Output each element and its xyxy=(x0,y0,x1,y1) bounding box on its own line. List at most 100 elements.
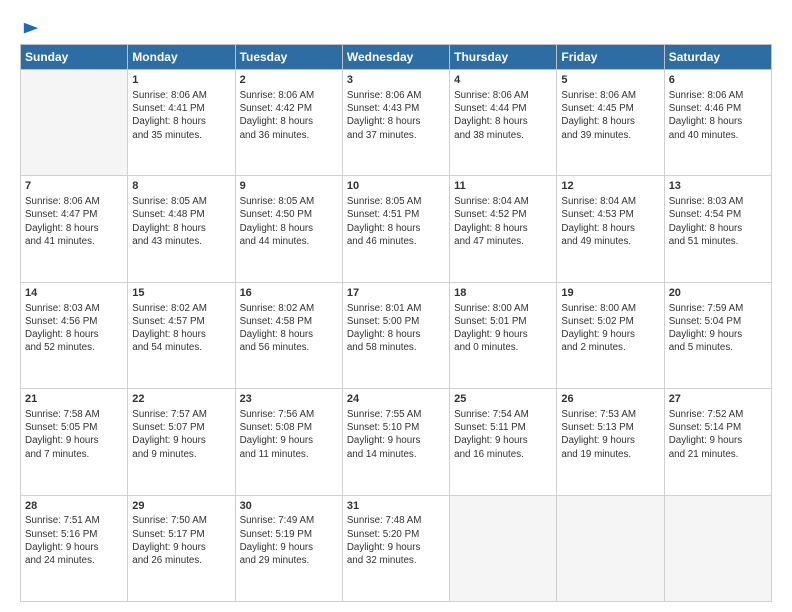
calendar-day-cell: 8Sunrise: 8:05 AM Sunset: 4:48 PM Daylig… xyxy=(128,176,235,282)
day-info: Sunrise: 8:00 AM Sunset: 5:02 PM Dayligh… xyxy=(561,302,659,355)
calendar-week-row: 28Sunrise: 7:51 AM Sunset: 5:16 PM Dayli… xyxy=(21,495,772,601)
day-number: 25 xyxy=(454,392,552,407)
day-info: Sunrise: 8:05 AM Sunset: 4:50 PM Dayligh… xyxy=(240,195,338,248)
logo-flag-icon xyxy=(22,20,40,38)
day-info: Sunrise: 7:58 AM Sunset: 5:05 PM Dayligh… xyxy=(25,408,123,461)
calendar-day-cell: 25Sunrise: 7:54 AM Sunset: 5:11 PM Dayli… xyxy=(450,389,557,495)
calendar-day-cell: 18Sunrise: 8:00 AM Sunset: 5:01 PM Dayli… xyxy=(450,282,557,388)
logo xyxy=(20,20,40,34)
day-number: 17 xyxy=(347,286,445,301)
calendar-week-row: 1Sunrise: 8:06 AM Sunset: 4:41 PM Daylig… xyxy=(21,70,772,176)
day-info: Sunrise: 7:59 AM Sunset: 5:04 PM Dayligh… xyxy=(669,302,767,355)
day-number: 18 xyxy=(454,286,552,301)
weekday-header-saturday: Saturday xyxy=(664,45,771,70)
day-info: Sunrise: 7:57 AM Sunset: 5:07 PM Dayligh… xyxy=(132,408,230,461)
calendar-day-cell: 19Sunrise: 8:00 AM Sunset: 5:02 PM Dayli… xyxy=(557,282,664,388)
day-number: 22 xyxy=(132,392,230,407)
calendar-day-cell: 3Sunrise: 8:06 AM Sunset: 4:43 PM Daylig… xyxy=(342,70,449,176)
calendar-day-cell: 26Sunrise: 7:53 AM Sunset: 5:13 PM Dayli… xyxy=(557,389,664,495)
day-info: Sunrise: 8:05 AM Sunset: 4:48 PM Dayligh… xyxy=(132,195,230,248)
day-info: Sunrise: 7:56 AM Sunset: 5:08 PM Dayligh… xyxy=(240,408,338,461)
calendar-day-cell: 13Sunrise: 8:03 AM Sunset: 4:54 PM Dayli… xyxy=(664,176,771,282)
day-number: 20 xyxy=(669,286,767,301)
day-number: 24 xyxy=(347,392,445,407)
day-number: 23 xyxy=(240,392,338,407)
weekday-header-sunday: Sunday xyxy=(21,45,128,70)
calendar-day-cell: 14Sunrise: 8:03 AM Sunset: 4:56 PM Dayli… xyxy=(21,282,128,388)
day-number: 6 xyxy=(669,73,767,88)
day-info: Sunrise: 8:04 AM Sunset: 4:52 PM Dayligh… xyxy=(454,195,552,248)
calendar-day-cell: 1Sunrise: 8:06 AM Sunset: 4:41 PM Daylig… xyxy=(128,70,235,176)
calendar-table: SundayMondayTuesdayWednesdayThursdayFrid… xyxy=(20,44,772,602)
day-number: 5 xyxy=(561,73,659,88)
day-info: Sunrise: 7:48 AM Sunset: 5:20 PM Dayligh… xyxy=(347,514,445,567)
day-info: Sunrise: 7:55 AM Sunset: 5:10 PM Dayligh… xyxy=(347,408,445,461)
page: SundayMondayTuesdayWednesdayThursdayFrid… xyxy=(0,0,792,612)
calendar-week-row: 7Sunrise: 8:06 AM Sunset: 4:47 PM Daylig… xyxy=(21,176,772,282)
day-info: Sunrise: 7:54 AM Sunset: 5:11 PM Dayligh… xyxy=(454,408,552,461)
day-number: 31 xyxy=(347,499,445,514)
weekday-header-tuesday: Tuesday xyxy=(235,45,342,70)
day-info: Sunrise: 7:53 AM Sunset: 5:13 PM Dayligh… xyxy=(561,408,659,461)
day-info: Sunrise: 8:02 AM Sunset: 4:58 PM Dayligh… xyxy=(240,302,338,355)
calendar-day-cell: 29Sunrise: 7:50 AM Sunset: 5:17 PM Dayli… xyxy=(128,495,235,601)
calendar-day-cell: 9Sunrise: 8:05 AM Sunset: 4:50 PM Daylig… xyxy=(235,176,342,282)
day-number: 3 xyxy=(347,73,445,88)
calendar-day-cell: 31Sunrise: 7:48 AM Sunset: 5:20 PM Dayli… xyxy=(342,495,449,601)
day-info: Sunrise: 8:06 AM Sunset: 4:41 PM Dayligh… xyxy=(132,89,230,142)
calendar-day-cell: 27Sunrise: 7:52 AM Sunset: 5:14 PM Dayli… xyxy=(664,389,771,495)
calendar-week-row: 21Sunrise: 7:58 AM Sunset: 5:05 PM Dayli… xyxy=(21,389,772,495)
calendar-day-cell: 21Sunrise: 7:58 AM Sunset: 5:05 PM Dayli… xyxy=(21,389,128,495)
day-number: 13 xyxy=(669,179,767,194)
day-number: 11 xyxy=(454,179,552,194)
calendar-day-cell: 2Sunrise: 8:06 AM Sunset: 4:42 PM Daylig… xyxy=(235,70,342,176)
calendar-day-cell xyxy=(450,495,557,601)
day-number: 12 xyxy=(561,179,659,194)
day-info: Sunrise: 8:06 AM Sunset: 4:46 PM Dayligh… xyxy=(669,89,767,142)
day-info: Sunrise: 8:04 AM Sunset: 4:53 PM Dayligh… xyxy=(561,195,659,248)
day-info: Sunrise: 7:49 AM Sunset: 5:19 PM Dayligh… xyxy=(240,514,338,567)
calendar-day-cell: 4Sunrise: 8:06 AM Sunset: 4:44 PM Daylig… xyxy=(450,70,557,176)
calendar-day-cell: 23Sunrise: 7:56 AM Sunset: 5:08 PM Dayli… xyxy=(235,389,342,495)
day-number: 1 xyxy=(132,73,230,88)
day-info: Sunrise: 8:06 AM Sunset: 4:44 PM Dayligh… xyxy=(454,89,552,142)
calendar-day-cell: 28Sunrise: 7:51 AM Sunset: 5:16 PM Dayli… xyxy=(21,495,128,601)
day-number: 28 xyxy=(25,499,123,514)
calendar-day-cell: 24Sunrise: 7:55 AM Sunset: 5:10 PM Dayli… xyxy=(342,389,449,495)
header xyxy=(20,20,772,34)
day-info: Sunrise: 8:00 AM Sunset: 5:01 PM Dayligh… xyxy=(454,302,552,355)
day-number: 4 xyxy=(454,73,552,88)
calendar-day-cell xyxy=(664,495,771,601)
calendar-day-cell: 20Sunrise: 7:59 AM Sunset: 5:04 PM Dayli… xyxy=(664,282,771,388)
calendar-day-cell: 11Sunrise: 8:04 AM Sunset: 4:52 PM Dayli… xyxy=(450,176,557,282)
day-number: 15 xyxy=(132,286,230,301)
calendar-week-row: 14Sunrise: 8:03 AM Sunset: 4:56 PM Dayli… xyxy=(21,282,772,388)
calendar-day-cell: 6Sunrise: 8:06 AM Sunset: 4:46 PM Daylig… xyxy=(664,70,771,176)
day-number: 29 xyxy=(132,499,230,514)
day-number: 16 xyxy=(240,286,338,301)
calendar-day-cell: 15Sunrise: 8:02 AM Sunset: 4:57 PM Dayli… xyxy=(128,282,235,388)
calendar-day-cell xyxy=(21,70,128,176)
calendar-day-cell xyxy=(557,495,664,601)
day-info: Sunrise: 8:06 AM Sunset: 4:47 PM Dayligh… xyxy=(25,195,123,248)
day-number: 10 xyxy=(347,179,445,194)
weekday-header-wednesday: Wednesday xyxy=(342,45,449,70)
day-info: Sunrise: 7:52 AM Sunset: 5:14 PM Dayligh… xyxy=(669,408,767,461)
weekday-header-thursday: Thursday xyxy=(450,45,557,70)
day-number: 9 xyxy=(240,179,338,194)
day-number: 7 xyxy=(25,179,123,194)
day-number: 14 xyxy=(25,286,123,301)
day-info: Sunrise: 7:51 AM Sunset: 5:16 PM Dayligh… xyxy=(25,514,123,567)
day-info: Sunrise: 8:02 AM Sunset: 4:57 PM Dayligh… xyxy=(132,302,230,355)
day-number: 8 xyxy=(132,179,230,194)
day-info: Sunrise: 8:06 AM Sunset: 4:43 PM Dayligh… xyxy=(347,89,445,142)
day-info: Sunrise: 8:01 AM Sunset: 5:00 PM Dayligh… xyxy=(347,302,445,355)
weekday-header-row: SundayMondayTuesdayWednesdayThursdayFrid… xyxy=(21,45,772,70)
weekday-header-friday: Friday xyxy=(557,45,664,70)
calendar-day-cell: 10Sunrise: 8:05 AM Sunset: 4:51 PM Dayli… xyxy=(342,176,449,282)
calendar-day-cell: 17Sunrise: 8:01 AM Sunset: 5:00 PM Dayli… xyxy=(342,282,449,388)
calendar-day-cell: 12Sunrise: 8:04 AM Sunset: 4:53 PM Dayli… xyxy=(557,176,664,282)
day-number: 2 xyxy=(240,73,338,88)
day-number: 26 xyxy=(561,392,659,407)
day-number: 21 xyxy=(25,392,123,407)
